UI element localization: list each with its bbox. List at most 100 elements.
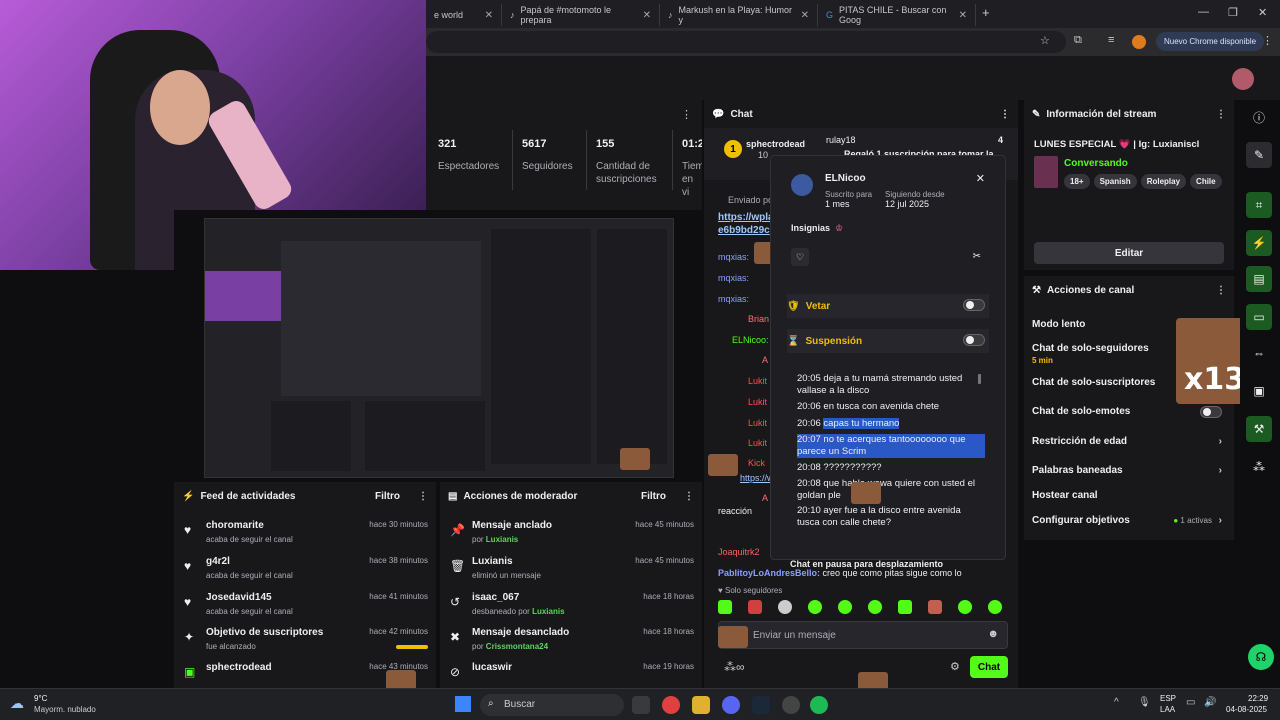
heart-icon[interactable]: ♡ [791,248,809,266]
chat-icon[interactable]: ▭ [1246,304,1272,330]
chat-user[interactable]: Kick [748,458,765,468]
profile-avatar[interactable] [1132,35,1146,49]
browser-tab-4[interactable]: G PITAS CHILE - Buscar con Goog ✕ [818,4,976,26]
tag[interactable]: Chile [1190,174,1222,189]
bolt-icon[interactable]: ⚡ [1246,230,1272,256]
menu-icon[interactable]: ⋮ [1262,34,1273,47]
suspension-row[interactable]: ⌛ Suspensión [787,329,989,353]
emote-icon[interactable] [868,600,882,614]
apps-icon[interactable]: ⁂ [1246,454,1272,480]
filter-button[interactable]: Filtro [641,491,666,502]
close-icon[interactable]: ✕ [959,10,967,21]
emotes-only-toggle[interactable] [1200,406,1222,418]
crop-icon[interactable]: ⌗ [1246,192,1272,218]
chat-user[interactable]: A [762,355,768,365]
category-link[interactable]: Conversando [1064,158,1128,169]
emote-icon[interactable] [958,600,972,614]
lang-indicator-2[interactable]: LAA [1160,705,1175,714]
more-icon[interactable]: ⋮ [684,491,694,502]
chat-user[interactable]: ELNicoo: [732,335,769,345]
scrollbar[interactable] [978,374,981,384]
chat-user[interactable]: Lukit [748,438,767,448]
tray-chevron-icon[interactable]: ^ [1114,697,1119,708]
obs-icon[interactable] [782,696,800,714]
close-icon[interactable]: ✕ [976,172,985,185]
clock-time[interactable]: 22:29 [1248,694,1268,703]
emote-icon[interactable] [718,600,732,614]
vetar-row[interactable]: 🛡 Vetar [787,294,989,318]
emote-icon[interactable] [838,600,852,614]
pencil-icon[interactable]: ✎ [1246,142,1272,168]
action-goals[interactable]: Configurar objetivos ● 1 activas › [1032,515,1226,526]
emote-icon[interactable] [988,600,1002,614]
send-chat-button[interactable]: Chat [970,656,1008,678]
support-headset-icon[interactable]: ☊ [1248,644,1274,670]
gear-icon[interactable]: ⚙ [950,660,960,673]
wrench-icon[interactable]: ⚒ [1246,416,1272,442]
filter-button[interactable]: Filtro [375,491,400,502]
more-icon[interactable]: ⋮ [418,491,428,502]
emote-icon[interactable] [898,600,912,614]
emote-icon[interactable] [808,600,822,614]
clock-date[interactable]: 04-08-2025 [1226,705,1267,714]
lang-indicator[interactable]: ESP [1160,694,1176,703]
browser-tab-2[interactable]: ♪ Papá de #motomoto le prepara ✕ [502,4,660,26]
close-icon[interactable]: ✕ [485,10,493,21]
mute-icon[interactable]: ✂ [973,251,981,262]
new-tab-button[interactable]: + [982,5,990,20]
chat-user[interactable]: Lukit [748,376,767,386]
action-age-restriction[interactable]: Restricción de edad › [1032,436,1226,447]
chat-user[interactable]: mqxias: [718,252,749,262]
browser-tab-3[interactable]: ♪ Markush en la Playa: Humor y ✕ [660,4,818,26]
document-icon[interactable]: ▤ [1246,266,1272,292]
url-input[interactable] [426,31,1066,53]
card-username[interactable]: ELNicoo [825,173,866,184]
chat-user[interactable]: Joaquitrk2 [718,547,760,557]
extensions-icon[interactable]: ⧉ [1074,34,1082,47]
chat-user[interactable]: A [762,493,768,503]
chat-user[interactable]: PablitoyLoAndresBello: [718,568,820,578]
file-explorer-icon[interactable] [692,696,710,714]
action-host[interactable]: Hostear canal [1032,490,1226,501]
action-emotes-only[interactable]: Chat de solo-emotes [1032,406,1226,418]
close-icon[interactable]: ✕ [801,10,809,21]
more-icon[interactable]: ⋮ [1216,285,1226,296]
more-icon[interactable]: ⋮ [681,108,692,121]
close-window-icon[interactable]: ✕ [1258,6,1267,19]
tag[interactable]: 18+ [1064,174,1090,189]
avatar[interactable] [791,174,813,196]
chat-user[interactable]: Lukit [748,397,767,407]
chat-user[interactable]: mqxias: [718,273,749,283]
chat-user[interactable]: Lukit [748,418,767,428]
maximize-icon[interactable]: ❐ [1228,6,1238,19]
tag[interactable]: Spanish [1093,174,1137,189]
vetar-toggle[interactable] [963,299,985,311]
more-icon[interactable]: ⋮ [1216,109,1226,120]
emote-icon[interactable] [778,600,792,614]
network-icon[interactable]: ▭ [1186,697,1195,708]
info-icon[interactable]: ⓘ [1246,104,1272,130]
mic-icon[interactable]: 🎙 [1138,697,1151,708]
windows-start-icon[interactable] [455,696,471,712]
action-banned-words[interactable]: Palabras baneadas › [1032,465,1226,476]
chat-user[interactable]: mqxias: [718,294,749,304]
emoji-icon[interactable]: ☻ [987,628,999,640]
bookmark-star-icon[interactable]: ☆ [1040,34,1050,47]
spotify-icon[interactable] [810,696,828,714]
media-icon[interactable]: ≡ [1108,34,1114,46]
discord-icon[interactable] [722,696,740,714]
chrome-update-button[interactable]: Nuevo Chrome disponible [1156,32,1265,51]
emote-icon[interactable] [748,600,762,614]
window-icon[interactable]: ▣ [1246,378,1272,404]
suspension-toggle[interactable] [963,334,985,346]
browser-tab-1[interactable]: e world ✕ [426,4,502,26]
stream-preview[interactable] [174,210,702,478]
avatar[interactable] [1232,68,1254,90]
split-icon[interactable]: ⇔ [1246,340,1272,366]
tag[interactable]: Roleplay [1140,174,1187,189]
chat-input[interactable]: Enviar un mensaje ☻ [718,621,1008,649]
more-icon[interactable]: ⋮ [1000,109,1010,120]
chrome-icon[interactable] [662,696,680,714]
chat-link[interactable]: https://wpla e6b9bd29c [718,211,774,237]
edit-button[interactable]: Editar [1034,242,1224,264]
